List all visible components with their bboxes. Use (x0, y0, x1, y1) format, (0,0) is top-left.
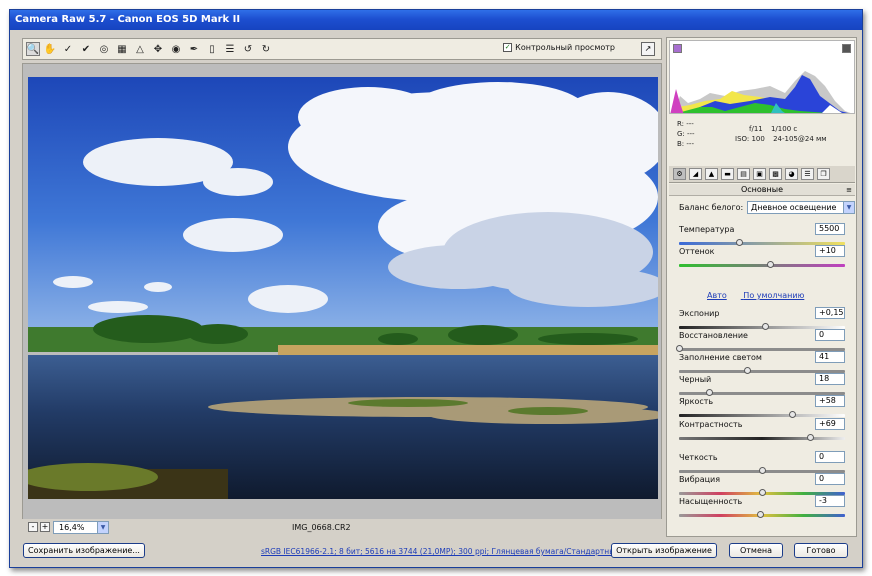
preview-label: Контрольный просмотр (515, 43, 615, 52)
rotate-ccw-icon[interactable]: ↺ (241, 42, 255, 56)
crop-icon[interactable]: ▦ (115, 42, 129, 56)
preferences-icon[interactable]: ☰ (223, 42, 237, 56)
wb-select[interactable]: Дневное освещение ▼ (747, 201, 855, 214)
checkbox-check-icon[interactable]: ✓ (503, 43, 513, 52)
photo-preview[interactable] (28, 77, 658, 499)
slider-label: Экспонир (679, 309, 720, 318)
slider-track[interactable] (679, 264, 845, 267)
iso-value: ISO: 100 (735, 135, 765, 143)
white-balance-icon[interactable]: ✓ (61, 42, 75, 56)
snapshots-tab-icon[interactable]: ❐ (817, 168, 830, 180)
tone-curve-tab-icon[interactable]: ◢ (689, 168, 702, 180)
lens-value: 24-105@24 мм (773, 135, 827, 143)
slider-label: Восстановление (679, 331, 748, 340)
slider-label: Черный (679, 375, 712, 384)
slider-value-field[interactable]: 0 (815, 329, 845, 341)
adjustment-brush-icon[interactable]: ✒ (187, 42, 201, 56)
slider-value-field[interactable]: +69 (815, 418, 845, 430)
exif-readout: R: --- G: --- B: --- f/11 1/100 с ISO: 1… (669, 118, 855, 164)
r-readout: R: --- (677, 120, 694, 128)
adjustments-panel: R: --- G: --- B: --- f/11 1/100 с ISO: 1… (666, 37, 857, 537)
zoom-icon[interactable]: 🔍 (26, 42, 40, 56)
presets-tab-icon[interactable]: ☰ (801, 168, 814, 180)
hsl-tab-icon[interactable]: ▬ (721, 168, 734, 180)
slider-label: Яркость (679, 397, 714, 406)
window-title: Camera Raw 5.7 - Canon EOS 5D Mark II (10, 10, 862, 30)
save-image-button[interactable]: Сохранить изображение... (23, 543, 145, 558)
panel-tabs: ⚙ ◢ ▲ ▬ ▤ ▣ ▩ ◕ ☰ ❐ (669, 166, 855, 183)
red-eye-icon[interactable]: ◉ (169, 42, 183, 56)
slider-value-field[interactable]: 18 (815, 373, 845, 385)
workflow-options-link[interactable]: sRGB IEC61966-2.1; 8 бит; 5616 на 3744 (… (261, 547, 620, 556)
spot-removal-icon[interactable]: ✥ (151, 42, 165, 56)
slider-value-field[interactable]: +10 (815, 245, 845, 257)
zoom-bar: - + 16,4% ▼ IMG_0668.CR2 (22, 519, 662, 537)
section-header: Основные ≡ (669, 184, 855, 196)
wb-value: Дневное освещение (751, 203, 837, 212)
zoom-out-button[interactable]: - (28, 522, 38, 532)
slider-value-field[interactable]: 5500 (815, 223, 845, 235)
zoom-select[interactable]: 16,4% ▼ (53, 521, 109, 534)
slider-label: Заполнение светом (679, 353, 762, 362)
slider-track[interactable] (679, 437, 845, 440)
toolbar: 🔍 ✋ ✓ ✔ ◎ ▦ △ ✥ ◉ ✒ ▯ ☰ ↺ ↻ ✓ Контрольны… (22, 38, 662, 60)
camera-raw-window: Camera Raw 5.7 - Canon EOS 5D Mark II 🔍 … (9, 9, 863, 568)
open-image-button[interactable]: Открыть изображение (611, 543, 717, 558)
basic-tab-icon[interactable]: ⚙ (673, 168, 686, 180)
slider-value-field[interactable]: 0 (815, 451, 845, 463)
detail-tab-icon[interactable]: ▲ (705, 168, 718, 180)
chevron-down-icon[interactable]: ▼ (843, 202, 854, 213)
slider-thumb[interactable] (744, 367, 752, 374)
zoom-in-button[interactable]: + (40, 522, 50, 532)
done-button[interactable]: Готово (794, 543, 848, 558)
panel-menu-icon[interactable]: ≡ (846, 184, 852, 196)
b-readout: B: --- (677, 140, 694, 148)
image-preview-area (22, 63, 662, 537)
straighten-icon[interactable]: △ (133, 42, 147, 56)
slider-value-field[interactable]: +0,15 (815, 307, 845, 319)
slider-value-field[interactable]: 41 (815, 351, 845, 363)
slider-label: Температура (679, 225, 735, 234)
fullscreen-icon[interactable]: ↗ (641, 42, 655, 56)
chevron-down-icon[interactable]: ▼ (97, 522, 108, 533)
cancel-button[interactable]: Отмена (729, 543, 783, 558)
effects-tab-icon[interactable]: ▩ (769, 168, 782, 180)
slider-thumb[interactable] (759, 489, 766, 496)
slider-value-field[interactable]: +58 (815, 395, 845, 407)
slider-thumb[interactable] (759, 467, 766, 474)
lens-corrections-tab-icon[interactable]: ▣ (753, 168, 766, 180)
slider-value-field[interactable]: -3 (815, 495, 845, 507)
hand-icon[interactable]: ✋ (43, 42, 57, 56)
slider-value-field[interactable]: 0 (815, 473, 845, 485)
default-link[interactable]: По умолчанию (743, 291, 804, 300)
g-readout: G: --- (677, 130, 695, 138)
shutter-value: 1/100 с (770, 125, 798, 133)
graduated-filter-icon[interactable]: ▯ (205, 42, 219, 56)
image-filename: IMG_0668.CR2 (292, 523, 351, 532)
slider-label: Контрастность (679, 420, 743, 429)
camera-calibration-tab-icon[interactable]: ◕ (785, 168, 798, 180)
slider-track[interactable] (679, 414, 845, 417)
preview-checkbox[interactable]: ✓ Контрольный просмотр (503, 43, 615, 52)
auto-link[interactable]: Авто (707, 291, 727, 300)
slider-thumb[interactable] (705, 389, 713, 396)
slider-label: Вибрация (679, 475, 721, 484)
slider-thumb[interactable] (676, 345, 683, 352)
wb-label: Баланс белого: (679, 203, 744, 212)
slider-label: Оттенок (679, 247, 715, 256)
aperture-value: f/11 (749, 125, 763, 133)
split-toning-tab-icon[interactable]: ▤ (737, 168, 750, 180)
zoom-value: 16,4% (59, 523, 85, 532)
color-sampler-icon[interactable]: ✔ (79, 42, 93, 56)
rotate-cw-icon[interactable]: ↻ (259, 42, 273, 56)
window-client: 🔍 ✋ ✓ ✔ ◎ ▦ △ ✥ ◉ ✒ ▯ ☰ ↺ ↻ ✓ Контрольны… (13, 30, 859, 564)
slider-thumb[interactable] (735, 239, 743, 246)
section-title: Основные (740, 185, 783, 194)
target-adjustment-icon[interactable]: ◎ (97, 42, 111, 56)
slider-label: Насыщенность (679, 497, 743, 506)
auto-default-links: Авто По умолчанию (707, 291, 818, 300)
slider-thumb[interactable] (788, 411, 796, 418)
slider-label: Четкость (679, 453, 718, 462)
histogram (669, 40, 855, 114)
